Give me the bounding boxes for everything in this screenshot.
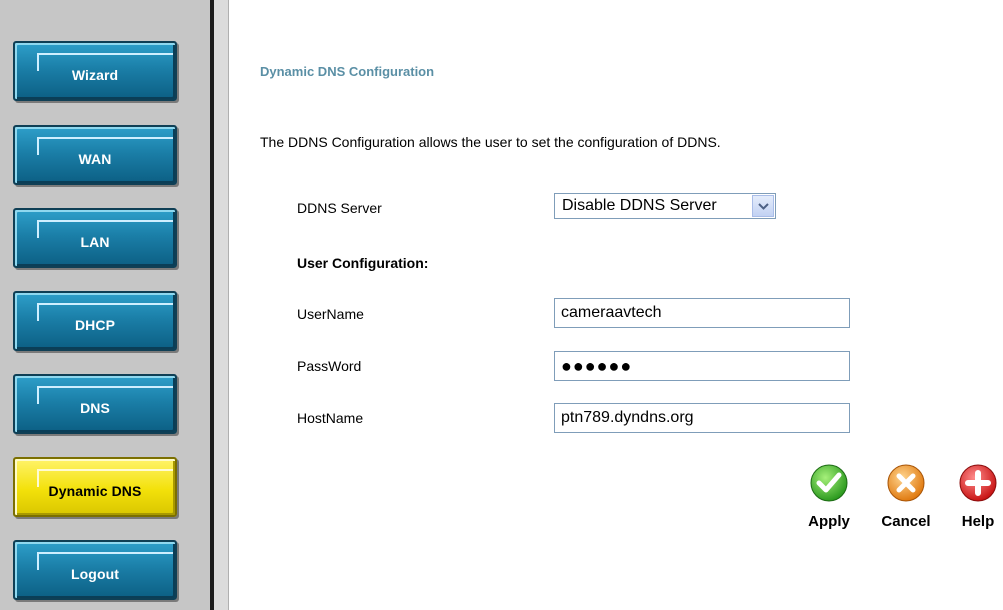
sidebar: Wizard WAN LAN DHCP DNS Dynamic DNS Logo… [0,0,210,610]
sidebar-frame-edge [214,0,229,610]
help-label: Help [961,513,995,530]
nav-label: Wizard [71,67,119,83]
nav-label: LAN [80,234,110,250]
apply-label: Apply [808,513,850,530]
ddns-server-select[interactable]: Disable DDNS Server [554,193,776,219]
x-icon [887,464,925,502]
nav-dhcp-button[interactable]: DHCP [13,291,177,351]
nav-lan-button[interactable]: LAN [13,208,177,268]
nav-dns-button[interactable]: DNS [13,374,177,434]
nav-logout-button[interactable]: Logout [13,540,177,600]
username-label: UserName [297,306,364,322]
help-button[interactable]: Help [956,463,1000,530]
nav-wizard-button[interactable]: Wizard [13,41,177,101]
dropdown-arrow-icon[interactable] [752,195,774,217]
nav-label: Dynamic DNS [48,483,142,499]
ddns-server-label: DDNS Server [297,200,382,216]
nav-label: DNS [80,400,110,416]
nav-wan-button[interactable]: WAN [13,125,177,185]
user-config-heading: User Configuration: [297,255,429,271]
nav-label: Logout [70,566,120,582]
nav-dynamic-dns-button[interactable]: Dynamic DNS [13,457,177,517]
password-input[interactable]: ●●●●●● [554,351,850,381]
hostname-label: HostName [297,410,364,426]
nav-label: DHCP [74,317,116,333]
cancel-label: Cancel [881,513,931,530]
password-label: PassWord [297,358,362,374]
intro-text: The DDNS Configuration allows the user t… [260,134,721,150]
ddns-server-value: Disable DDNS Server [562,197,717,214]
section-title: Dynamic DNS Configuration [260,64,435,79]
plus-icon [959,464,997,502]
cancel-button[interactable]: Cancel [875,463,937,530]
nav-label: WAN [78,151,112,167]
hostname-input[interactable]: ptn789.dyndns.org [554,403,850,433]
check-icon [810,464,848,502]
apply-button[interactable]: Apply [802,463,856,530]
username-input[interactable]: cameraavtech [554,298,850,328]
